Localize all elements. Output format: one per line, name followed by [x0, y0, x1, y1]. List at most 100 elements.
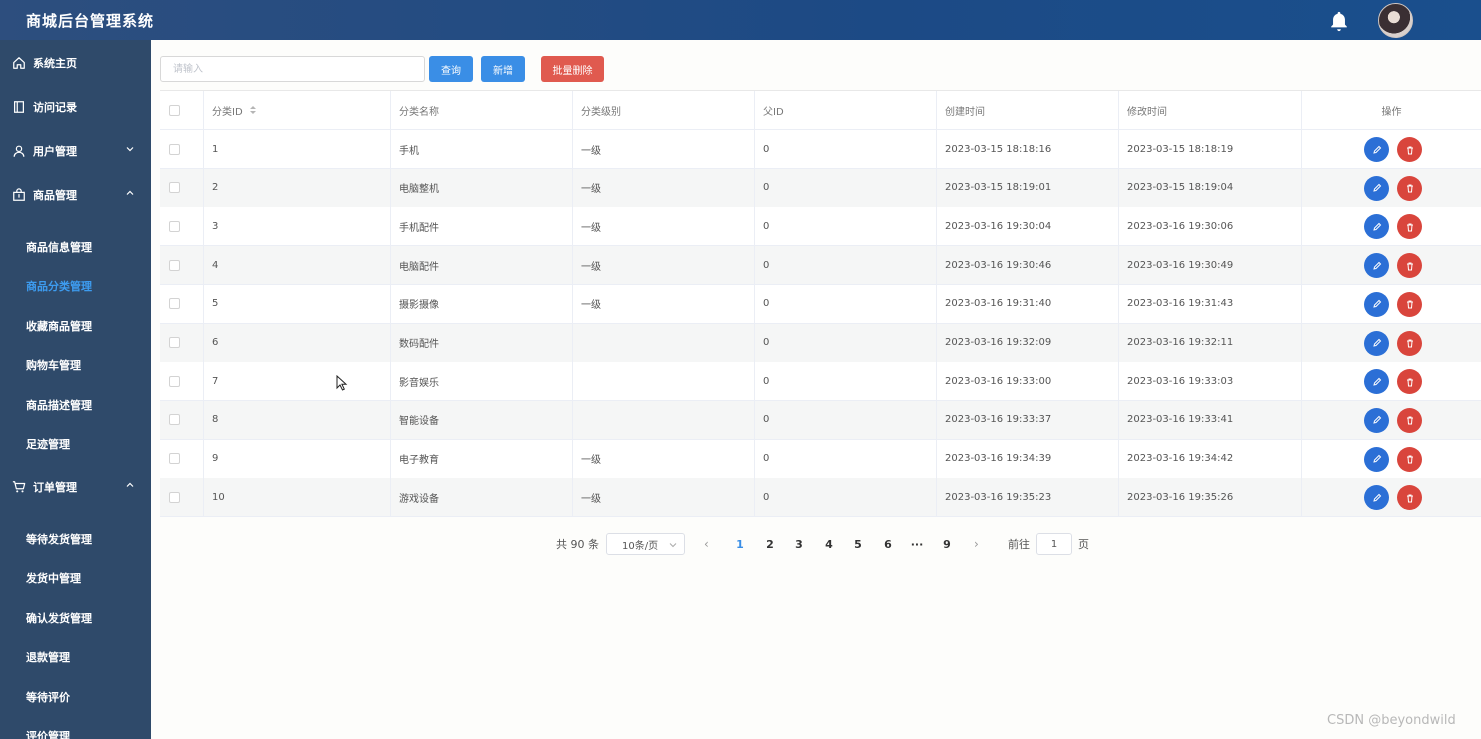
cell-parent-id: 0 [755, 284, 937, 323]
cell-name: 智能设备 [391, 400, 573, 439]
sidebar-item-awaiting-shipment[interactable]: 等待发货管理 [0, 520, 151, 558]
sidebar-item-product-category[interactable]: 商品分类管理 [0, 267, 151, 305]
row-checkbox[interactable] [169, 220, 180, 232]
pagination-total: 共 90 条 [556, 538, 599, 551]
row-checkbox[interactable] [169, 259, 180, 271]
row-checkbox[interactable] [169, 298, 180, 310]
cell-id: 2 [204, 168, 391, 207]
cell-actions [1302, 246, 1481, 284]
row-checkbox[interactable] [169, 414, 180, 426]
sidebar-item-cart[interactable]: 购物车管理 [0, 346, 151, 384]
goto-page-input[interactable]: 1 [1036, 533, 1072, 555]
page-size-select[interactable]: 10条/页 [606, 533, 685, 555]
delete-button[interactable] [1397, 407, 1422, 433]
table-row: 7 影音娱乐 0 2023-03-16 19:33:00 2023-03-16 19:3… [160, 362, 1481, 402]
edit-icon [1372, 261, 1381, 270]
select-all-checkbox[interactable] [169, 104, 180, 116]
page-button[interactable]: 6 [878, 533, 898, 555]
cell-modified: 2023-03-15 18:19:04 [1119, 168, 1302, 207]
sidebar-item-users[interactable]: 用户管理 [0, 129, 151, 173]
sidebar-item-label: 商品管理 [33, 189, 77, 202]
cell-name: 电脑整机 [391, 168, 573, 207]
row-checkbox[interactable] [169, 491, 180, 503]
app-title: 商城后台管理系统 [26, 12, 155, 30]
row-checkbox[interactable] [169, 143, 180, 155]
sidebar-item-shipping[interactable]: 发货中管理 [0, 559, 151, 597]
cell-name: 影音娱乐 [391, 362, 573, 401]
next-page-button[interactable]: › [974, 533, 979, 555]
page-button[interactable]: 3 [789, 533, 809, 555]
query-button[interactable]: 查询 [429, 56, 473, 82]
cell-id: 6 [204, 323, 391, 362]
table-row: 9 电子教育 一级 0 2023-03-16 19:34:39 2023-03-16 19… [160, 439, 1481, 479]
row-checkbox[interactable] [169, 453, 180, 465]
delete-button[interactable] [1397, 330, 1422, 356]
page-button[interactable]: 4 [819, 533, 839, 555]
cell-name: 电子教育 [391, 439, 573, 478]
mouse-cursor-icon [336, 375, 348, 391]
more-pages-button[interactable]: ··· [907, 533, 927, 555]
sidebar-item-home[interactable]: 系统主页 [0, 41, 151, 85]
cell-actions [1302, 207, 1481, 245]
cell-created: 2023-03-16 19:33:37 [937, 400, 1119, 439]
delete-button[interactable] [1397, 175, 1422, 201]
sidebar-item-confirm-shipment[interactable]: 确认发货管理 [0, 599, 151, 637]
edit-icon [1372, 416, 1381, 425]
sidebar-item-footprints[interactable]: 足迹管理 [0, 425, 151, 463]
edit-icon [1372, 222, 1381, 231]
page-button[interactable]: 5 [848, 533, 868, 555]
cell-actions [1302, 440, 1481, 478]
sidebar-item-label: 订单管理 [33, 481, 77, 494]
row-checkbox[interactable] [169, 375, 180, 387]
table-row: 5 摄影摄像 一级 0 2023-03-16 19:31:40 2023-03-16 19… [160, 284, 1481, 324]
edit-button[interactable] [1364, 446, 1389, 472]
trash-icon [1406, 262, 1413, 271]
sidebar-item-orders[interactable]: 订单管理 [0, 465, 151, 509]
chevron-down-icon [126, 147, 134, 152]
sidebar-item-awaiting-review[interactable]: 等待评价 [0, 678, 151, 716]
cell-level [573, 362, 755, 401]
watermark: CSDN @beyondwild [1327, 713, 1456, 728]
page-button[interactable]: 9 [937, 533, 957, 555]
batch-delete-button[interactable]: 批量删除 [541, 56, 604, 82]
cell-parent-id: 0 [755, 400, 937, 439]
add-button[interactable]: 新增 [481, 56, 525, 82]
delete-button[interactable] [1397, 137, 1422, 162]
sidebar-item-product-info[interactable]: 商品信息管理 [0, 228, 151, 266]
delete-button[interactable] [1397, 253, 1422, 279]
goto-suffix: 页 [1078, 538, 1089, 551]
user-avatar[interactable] [1378, 3, 1413, 38]
sidebar-item-refunds[interactable]: 退款管理 [0, 638, 151, 676]
edit-icon [1372, 145, 1381, 154]
edit-icon [1372, 338, 1381, 347]
sidebar-item-product-desc[interactable]: 商品描述管理 [0, 386, 151, 424]
sort-icon[interactable] [249, 105, 257, 115]
edit-button[interactable] [1364, 137, 1389, 162]
cell-created: 2023-03-15 18:19:01 [937, 168, 1119, 207]
row-checkbox[interactable] [169, 337, 180, 348]
edit-button[interactable] [1364, 253, 1389, 279]
bell-icon[interactable] [1328, 10, 1350, 32]
edit-button[interactable] [1364, 175, 1389, 201]
edit-button[interactable] [1364, 330, 1389, 356]
table-row: 3 手机配件 一级 0 2023-03-16 19:30:04 2023-03-16 19… [160, 207, 1481, 247]
delete-button[interactable] [1397, 446, 1422, 472]
home-icon [13, 57, 25, 69]
edit-button[interactable] [1364, 407, 1389, 433]
cell-parent-id: 0 [755, 478, 937, 517]
sidebar-item-favorites[interactable]: 收藏商品管理 [0, 307, 151, 345]
delete-button[interactable] [1397, 291, 1422, 317]
cell-level: 一级 [573, 246, 755, 285]
prev-page-button[interactable]: ‹ [704, 533, 709, 555]
page-button[interactable]: 1 [730, 533, 750, 555]
cell-created: 2023-03-16 19:34:39 [937, 439, 1119, 478]
sidebar-item-products[interactable]: 商品管理 [0, 173, 151, 217]
page-button[interactable]: 2 [760, 533, 780, 555]
cell-parent-id: 0 [755, 130, 937, 168]
sidebar-item-visits[interactable]: 访问记录 [0, 85, 151, 129]
row-checkbox[interactable] [169, 182, 180, 194]
edit-button[interactable] [1364, 291, 1389, 317]
column-header-id[interactable]: 分类ID [204, 91, 391, 129]
search-input[interactable] [160, 56, 425, 82]
sidebar-item-reviews[interactable]: 评价管理 [0, 717, 151, 739]
